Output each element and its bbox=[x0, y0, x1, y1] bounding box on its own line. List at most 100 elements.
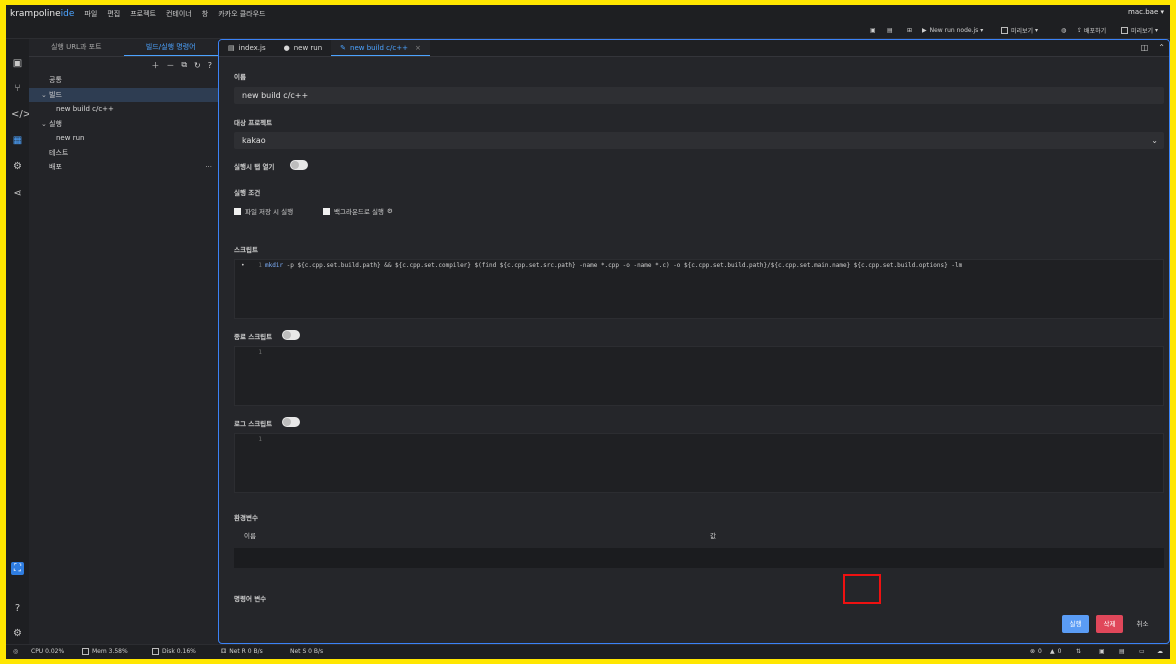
layout-icon[interactable]: ▣ bbox=[1099, 648, 1105, 655]
net-r-text: Net R 0 B/s bbox=[229, 648, 263, 655]
script-label: 스크립트 bbox=[234, 246, 258, 254]
log-script-editor[interactable]: 1 bbox=[234, 433, 1164, 493]
settings-gear-icon[interactable]: ⚙ bbox=[11, 627, 24, 640]
delete-button[interactable]: 삭제 bbox=[1096, 615, 1123, 633]
tree-label: 공통 bbox=[49, 76, 62, 85]
chevron-up-icon[interactable]: ⌃ bbox=[1158, 43, 1165, 52]
tree-item-common[interactable]: 공통 bbox=[29, 73, 218, 88]
build-run-icon[interactable]: ▦ bbox=[11, 134, 24, 147]
mem-text: Mem 3.58% bbox=[92, 648, 128, 655]
error-count[interactable]: ⊗ 0 bbox=[1030, 648, 1042, 655]
help-circle-icon[interactable]: ? bbox=[208, 61, 212, 70]
run-background-checkbox[interactable]: 백그라운드로 실행 ⚙ bbox=[323, 206, 393, 216]
env-col-name: 이름 bbox=[244, 532, 256, 540]
tab-new-run[interactable]: ● new run bbox=[275, 40, 332, 56]
deploy-button[interactable]: ⇪ 배포하기 bbox=[1077, 25, 1106, 36]
end-script-toggle[interactable] bbox=[282, 330, 300, 340]
add-icon[interactable]: ＋ bbox=[151, 60, 159, 71]
end-script-editor[interactable]: 1 bbox=[234, 346, 1164, 406]
cancel-button[interactable]: 취소 bbox=[1129, 615, 1156, 633]
run-on-save-checkbox[interactable]: 파일 저장 시 실행 bbox=[234, 206, 293, 216]
git-branch-icon[interactable]: ⑂ bbox=[11, 82, 24, 95]
tree-label: 실행 bbox=[49, 119, 62, 128]
tab-run-url-port[interactable]: 실행 URL과 포트 bbox=[29, 39, 124, 56]
tree-item-run[interactable]: ⌄ 실행 bbox=[29, 117, 218, 132]
sidebar-tabs: 실행 URL과 포트 빌드/실행 명령어 bbox=[29, 39, 218, 57]
save-icon[interactable]: ▣ bbox=[870, 25, 876, 36]
env-table-row[interactable] bbox=[234, 548, 1164, 568]
end-script-label: 종료 스크립트 bbox=[234, 333, 273, 341]
preview-dropdown[interactable]: 미리보기 ▾ bbox=[1001, 25, 1038, 36]
tree-item-new-build[interactable]: new build c/c++ bbox=[29, 102, 218, 117]
checkbox-label: 파일 저장 시 실행 bbox=[245, 208, 294, 216]
menu-container[interactable]: 컨테이너 bbox=[166, 9, 192, 19]
menu-kakao-cloud[interactable]: 카카오 클라우드 bbox=[218, 9, 265, 19]
tab-index-js[interactable]: ▤ index.js bbox=[219, 40, 275, 56]
tree-item-deploy[interactable]: 배포 ··· bbox=[29, 160, 218, 175]
tree-item-build[interactable]: ⌄ 빌드 bbox=[29, 87, 218, 102]
help-icon[interactable]: ? bbox=[11, 602, 24, 615]
open-tab-toggle[interactable] bbox=[290, 160, 308, 170]
close-icon[interactable]: × bbox=[415, 40, 421, 56]
briefcase-icon[interactable]: ▣ bbox=[11, 57, 24, 70]
code-rest: -p ${c.cpp.set.build.path} && ${c.cpp.se… bbox=[283, 262, 963, 269]
code-keyword: mkdir bbox=[265, 262, 284, 269]
menu-edit[interactable]: 편집 bbox=[107, 9, 120, 19]
chat-icon[interactable]: ▤ bbox=[1119, 648, 1125, 655]
refresh-icon[interactable]: ↻ bbox=[194, 61, 201, 70]
terminal-icon[interactable]: ▭ bbox=[1139, 648, 1145, 655]
ide-window: krampolineide 파일 편집 프로젝트 컨테이너 창 카카오 클라우드… bbox=[6, 5, 1170, 659]
tree-item-test[interactable]: 테스트 bbox=[29, 146, 218, 161]
line-ending-icon[interactable]: ⇅ bbox=[1076, 648, 1081, 655]
warning-icon: ▲ bbox=[1050, 648, 1055, 655]
menu-bar: krampolineide 파일 편집 프로젝트 컨테이너 창 카카오 클라우드… bbox=[6, 5, 1170, 22]
build-icon[interactable]: ⊞ bbox=[907, 25, 912, 36]
deploy-label: 배포하기 bbox=[1084, 28, 1107, 35]
menu-file[interactable]: 파일 bbox=[84, 9, 97, 19]
user-menu[interactable]: mac.bae ▾ bbox=[1128, 8, 1164, 16]
split-view-icon[interactable]: ◫ bbox=[1141, 43, 1149, 52]
gear-status-icon[interactable]: ◎ bbox=[13, 648, 18, 655]
menu-project[interactable]: 프로젝트 bbox=[130, 9, 156, 19]
name-input[interactable]: new build c/c++ bbox=[234, 87, 1164, 104]
run-button[interactable]: 실행 bbox=[1062, 615, 1089, 633]
plugin-icon[interactable]: ⚙ bbox=[11, 160, 24, 173]
error-count-text: 0 bbox=[1038, 648, 1042, 655]
gear-icon[interactable]: ⚙ bbox=[387, 207, 393, 215]
logo-ide-text: ide bbox=[60, 8, 75, 19]
menu-window[interactable]: 창 bbox=[202, 9, 208, 19]
warning-count[interactable]: ▲ 0 bbox=[1050, 648, 1061, 655]
chevron-down-icon: ⌄ bbox=[41, 90, 47, 99]
disk-icon bbox=[152, 648, 159, 655]
app-logo[interactable]: krampolineide bbox=[10, 9, 74, 19]
tab-new-build[interactable]: ✎ new build c/c++ × bbox=[331, 40, 430, 56]
script-editor[interactable]: • 1 mkdir -p ${c.cpp.set.build.path} && … bbox=[234, 259, 1164, 319]
code-icon[interactable]: </> bbox=[11, 108, 31, 121]
share-icon[interactable]: ⋖ bbox=[11, 187, 24, 200]
tree-item-new-run[interactable]: new run bbox=[29, 131, 218, 146]
run-condition-label: 실행 조건 bbox=[234, 189, 261, 197]
fullscreen-icon[interactable]: ⛶ bbox=[11, 562, 24, 575]
network-icon: ⚃ bbox=[221, 648, 227, 655]
preview2-dropdown[interactable]: 미리보기 ▾ bbox=[1121, 25, 1158, 36]
checkbox-box bbox=[323, 207, 330, 215]
line-number: 1 bbox=[258, 436, 262, 443]
globe-icon[interactable]: ◍ bbox=[1061, 25, 1066, 36]
more-icon[interactable]: ··· bbox=[205, 163, 212, 171]
log-script-toggle[interactable] bbox=[282, 417, 300, 427]
status-bar: ◎ CPU 0.02% Mem 3.58% Disk 0.16% ⚃ Net R … bbox=[6, 644, 1170, 659]
preview2-icon bbox=[1121, 27, 1128, 34]
cloud-icon[interactable]: ☁ bbox=[1157, 648, 1163, 655]
remove-icon[interactable]: － bbox=[166, 60, 174, 71]
tree-label: 테스트 bbox=[49, 148, 69, 157]
file-icon: ▤ bbox=[228, 44, 235, 52]
copy-icon[interactable]: ⧉ bbox=[181, 60, 187, 70]
sidebar-actions: ＋ － ⧉ ↻ ? bbox=[29, 57, 218, 73]
run-config-dropdown[interactable]: ▶ New run node.js ▾ bbox=[922, 25, 983, 36]
project-select[interactable]: kakao ⌄ bbox=[234, 132, 1164, 149]
save-all-icon[interactable]: ▤ bbox=[887, 25, 893, 36]
chevron-down-icon: ⌄ bbox=[41, 119, 47, 128]
name-label: 이름 bbox=[234, 73, 246, 81]
tab-build-run-commands[interactable]: 빌드/실행 명령어 bbox=[123, 39, 218, 56]
line-number: 1 bbox=[258, 262, 262, 269]
